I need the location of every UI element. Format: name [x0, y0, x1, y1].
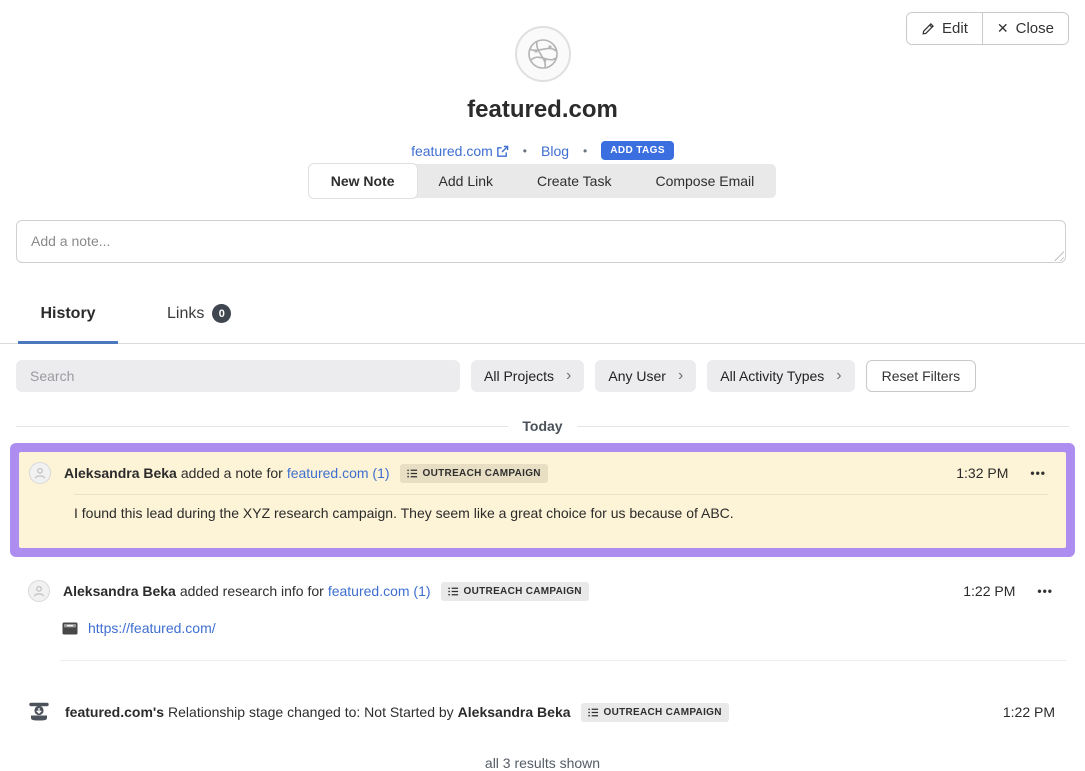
divider-line — [16, 426, 508, 427]
stage-change-icon — [28, 700, 50, 724]
entry-header: featured.com's Relationship stage change… — [28, 700, 1055, 724]
view-tabs: History Links 0 — [0, 292, 1085, 344]
note-text: I found this lead during the XYZ researc… — [74, 505, 1048, 521]
action-text: added research info for — [180, 583, 324, 599]
company-avatar — [515, 26, 571, 82]
links-count-badge: 0 — [212, 304, 231, 323]
page-title: featured.com — [0, 96, 1085, 124]
research-url-link[interactable]: https://featured.com/ — [88, 620, 216, 636]
more-menu-icon[interactable]: ••• — [1035, 582, 1055, 600]
action-text: added a note for — [181, 465, 283, 481]
actor-name: Aleksandra Beka — [64, 465, 177, 481]
composer-tabs: New Note Add Link Create Task Compose Em… — [0, 164, 1085, 198]
actor-name: Aleksandra Beka — [63, 583, 176, 599]
entry-summary: featured.com's Relationship stage change… — [65, 703, 987, 722]
list-icon — [407, 468, 418, 479]
blog-link[interactable]: Blog — [541, 143, 569, 159]
entry-time: 1:22 PM — [963, 583, 1015, 599]
tab-new-note[interactable]: New Note — [309, 164, 417, 198]
user-filter[interactable]: Any User › — [595, 360, 696, 392]
tab-compose-email[interactable]: Compose Email — [633, 164, 776, 198]
projects-filter[interactable]: All Projects › — [471, 360, 584, 392]
browser-icon — [62, 622, 78, 635]
history-tab-label: History — [40, 305, 95, 323]
list-icon — [588, 707, 599, 718]
chevron-right-icon: › — [678, 368, 683, 384]
globe-icon — [523, 34, 563, 74]
note-input[interactable] — [16, 220, 1066, 263]
segmented-control: New Note Add Link Create Task Compose Em… — [309, 164, 777, 198]
activity-types-filter[interactable]: All Activity Types › — [707, 360, 854, 392]
separator-dot: • — [523, 144, 527, 158]
search-input[interactable] — [16, 360, 460, 392]
day-divider: Today — [16, 418, 1069, 434]
user-avatar — [29, 462, 51, 484]
links-tab-label: Links — [167, 305, 204, 323]
tab-links[interactable]: Links 0 — [157, 292, 241, 344]
campaign-badge: OUTREACH CAMPAIGN — [441, 582, 589, 601]
profile-links: featured.com • Blog • ADD TAGS — [0, 141, 1085, 160]
person-icon — [33, 466, 47, 480]
chevron-right-icon: › — [566, 368, 571, 384]
separator-dot: • — [583, 144, 587, 158]
campaign-badge: OUTREACH CAMPAIGN — [400, 464, 548, 483]
target-link[interactable]: featured.com (1) — [328, 583, 431, 599]
entry-summary: Aleksandra Beka added a note for feature… — [64, 464, 940, 483]
divider-line — [577, 426, 1069, 427]
subject-name: featured.com's — [65, 704, 164, 720]
tab-create-task[interactable]: Create Task — [515, 164, 633, 198]
action-text: Relationship stage changed to: Not Start… — [168, 704, 454, 720]
entry-header: Aleksandra Beka added research info for … — [28, 580, 1055, 602]
website-link[interactable]: featured.com — [411, 143, 509, 159]
activity-entry: Aleksandra Beka added research info for … — [28, 580, 1055, 636]
entry-time: 1:22 PM — [1003, 704, 1055, 720]
more-menu-icon[interactable]: ••• — [1028, 464, 1048, 482]
target-link[interactable]: featured.com (1) — [287, 465, 390, 481]
actor-name: Aleksandra Beka — [458, 704, 571, 720]
entry-summary: Aleksandra Beka added research info for … — [63, 582, 947, 601]
entry-header: Aleksandra Beka added a note for feature… — [29, 462, 1048, 484]
divider-line — [74, 494, 1048, 495]
chevron-right-icon: › — [836, 368, 841, 384]
day-label: Today — [522, 418, 562, 434]
tab-add-link[interactable]: Add Link — [417, 164, 515, 198]
campaign-badge: OUTREACH CAMPAIGN — [581, 703, 729, 722]
divider-line — [60, 660, 1066, 661]
person-icon — [32, 584, 46, 598]
entry-time: 1:32 PM — [956, 465, 1008, 481]
research-link-row: https://featured.com/ — [62, 620, 1055, 636]
note-card: Aleksandra Beka added a note for feature… — [19, 452, 1066, 548]
activity-entry: featured.com's Relationship stage change… — [28, 700, 1055, 724]
add-tags-button[interactable]: ADD TAGS — [601, 141, 674, 160]
user-avatar — [28, 580, 50, 602]
note-composer — [16, 220, 1066, 263]
external-link-icon — [496, 145, 509, 158]
filter-bar: All Projects › Any User › All Activity T… — [16, 360, 1069, 392]
profile-header: featured.com featured.com • Blog • ADD T… — [0, 26, 1085, 160]
activity-entry-highlighted: Aleksandra Beka added a note for feature… — [10, 443, 1075, 557]
tab-history[interactable]: History — [18, 292, 118, 344]
reset-filters-button[interactable]: Reset Filters — [866, 360, 977, 392]
list-icon — [448, 586, 459, 597]
